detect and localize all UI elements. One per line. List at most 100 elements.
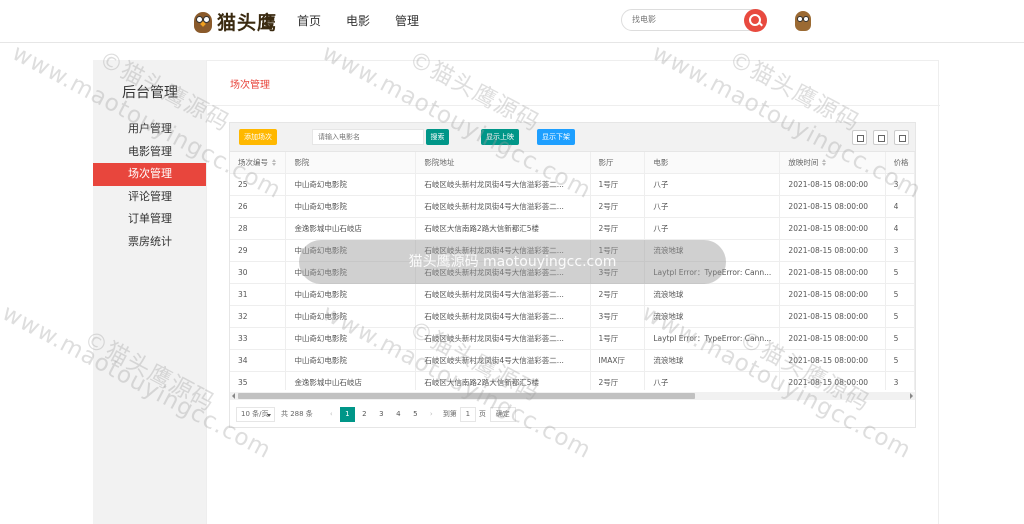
table-cell: IMAX厅 bbox=[590, 349, 646, 372]
table-cell: 流浪地球 bbox=[644, 283, 781, 306]
movie-search-input[interactable] bbox=[632, 15, 742, 24]
table-row[interactable]: 31 中山奇幻电影院 石岐区岐头新村龙凤街4号大信溢彩荟二... 2号厅 流浪地球 202… bbox=[230, 283, 915, 306]
table-cell: 2号厅 bbox=[590, 371, 646, 390]
table-cell: 5 bbox=[885, 327, 915, 350]
col-header-id[interactable]: 场次编号 bbox=[230, 152, 287, 174]
sidebar-item-sessions[interactable]: 场次管理 bbox=[93, 163, 206, 186]
table-cell: 29 bbox=[230, 239, 287, 262]
nav-admin[interactable]: 管理 bbox=[395, 12, 419, 29]
table-cell: 35 bbox=[230, 371, 287, 390]
sidebar-item-box-office[interactable]: 票房统计 bbox=[93, 231, 206, 254]
sidebar-item-users[interactable]: 用户管理 bbox=[93, 118, 206, 141]
table-cell: 中山奇幻电影院 bbox=[285, 173, 417, 196]
table-cell: 八子 bbox=[644, 173, 781, 196]
table-cell: 石岐区岐头新村龙凤街4号大信溢彩荟二... bbox=[415, 261, 591, 284]
site-logo[interactable]: 猫头鹰 bbox=[193, 8, 277, 34]
table-cell: 2号厅 bbox=[590, 217, 646, 240]
table-cell: 4 bbox=[885, 217, 915, 240]
table-row[interactable]: 25 中山奇幻电影院 石岐区岐头新村龙凤街4号大信溢彩荟二... 1号厅 八子 2021-… bbox=[230, 173, 915, 196]
page-5[interactable]: 5 bbox=[408, 407, 423, 422]
table-cell: 32 bbox=[230, 305, 287, 328]
movie-name-input[interactable] bbox=[312, 129, 424, 145]
horizontal-scrollbar[interactable] bbox=[230, 392, 915, 400]
table-header-row: 场次编号 影院 影院地址 影厅 电影 放映时间 价格 bbox=[230, 152, 915, 174]
page-4[interactable]: 4 bbox=[391, 407, 406, 422]
page-3[interactable]: 3 bbox=[374, 407, 389, 422]
sidebar-menu: 用户管理 电影管理 场次管理 评论管理 订单管理 票房统计 bbox=[93, 118, 206, 253]
sort-icon[interactable] bbox=[822, 159, 827, 167]
search-icon[interactable] bbox=[744, 9, 767, 32]
col-header-address: 影院地址 bbox=[415, 152, 591, 174]
table-cell: 3 bbox=[885, 371, 915, 390]
table-row[interactable]: 30 中山奇幻电影院 石岐区岐头新村龙凤街4号大信溢彩荟二... 3号厅 Laytpl … bbox=[230, 261, 915, 284]
goto-label: 到第 bbox=[442, 410, 457, 418]
export-icon[interactable] bbox=[873, 130, 888, 145]
sidebar-item-orders[interactable]: 订单管理 bbox=[93, 208, 206, 231]
sidebar-item-movies[interactable]: 电影管理 bbox=[93, 141, 206, 164]
prev-page-icon[interactable]: ‹ bbox=[325, 407, 338, 422]
columns-filter-icon[interactable] bbox=[852, 130, 867, 145]
table-cell: 2021-08-15 08:00:00 bbox=[779, 173, 886, 196]
show-off-screen-button[interactable]: 显示下架 bbox=[537, 129, 575, 145]
table-cell: 3 bbox=[885, 173, 915, 196]
page-size-select[interactable]: 10 条/页 bbox=[236, 406, 275, 422]
table-cell: 中山奇幻电影院 bbox=[285, 283, 417, 306]
show-on-screen-button[interactable]: 显示上映 bbox=[481, 129, 519, 145]
next-page-icon[interactable]: › bbox=[425, 407, 438, 422]
page-unit-label: 页 bbox=[478, 410, 486, 418]
col-header-price: 价格 bbox=[885, 152, 915, 174]
table-cell: 5 bbox=[885, 283, 915, 306]
table-cell: 3号厅 bbox=[590, 261, 646, 284]
page-1[interactable]: 1 bbox=[339, 406, 355, 422]
nav-home[interactable]: 首页 bbox=[297, 12, 321, 29]
table-cell: 5 bbox=[885, 349, 915, 372]
col-header-cinema: 影院 bbox=[285, 152, 417, 174]
table-cell: 石岐区岐头新村龙凤街4号大信溢彩荟二... bbox=[415, 195, 591, 218]
table-cell: 中山奇幻电影院 bbox=[285, 195, 417, 218]
scroll-right-icon[interactable] bbox=[910, 393, 913, 399]
top-navbar: 猫头鹰 首页 电影 管理 bbox=[0, 0, 1024, 43]
table-row[interactable]: 26 中山奇幻电影院 石岐区岐头新村龙凤街4号大信溢彩荟二... 2号厅 八子 2021-… bbox=[230, 195, 915, 218]
table-row[interactable]: 29 中山奇幻电影院 石岐区岐头新村龙凤街4号大信溢彩荟二... 1号厅 流浪地球 202… bbox=[230, 239, 915, 262]
goto-confirm-button[interactable]: 确定 bbox=[489, 406, 516, 422]
session-table-card: 添加场次 搜索 显示上映 显示下架 场次编号 影院 影院地址 影厅 电影 放映时… bbox=[229, 122, 916, 428]
add-session-button[interactable]: 添加场次 bbox=[239, 129, 277, 145]
table-cell: 2021-08-15 08:00:00 bbox=[779, 239, 886, 262]
table-cell: 石岐区岐头新村龙凤街4号大信溢彩荟二... bbox=[415, 305, 591, 328]
table-cell: 2021-08-15 08:00:00 bbox=[779, 261, 886, 284]
table-row[interactable]: 33 中山奇幻电影院 石岐区岐头新村龙凤街4号大信溢彩荟二... 1号厅 Laytpl … bbox=[230, 327, 915, 350]
table-cell: 2021-08-15 08:00:00 bbox=[779, 217, 886, 240]
page-2[interactable]: 2 bbox=[357, 407, 372, 422]
print-icon[interactable] bbox=[894, 130, 909, 145]
goto-page-input[interactable]: 1 bbox=[459, 406, 476, 422]
col-header-showtime[interactable]: 放映时间 bbox=[779, 152, 886, 174]
table-cell: 金逸影城中山石岐店 bbox=[285, 371, 417, 390]
table-cell: 石岐区岐头新村龙凤街4号大信溢彩荟二... bbox=[415, 349, 591, 372]
table-cell: 4 bbox=[885, 195, 915, 218]
avatar[interactable] bbox=[794, 8, 812, 32]
search-button[interactable]: 搜索 bbox=[426, 129, 449, 145]
table-cell: 28 bbox=[230, 217, 287, 240]
table-row[interactable]: 32 中山奇幻电影院 石岐区岐头新村龙凤街4号大信溢彩荟二... 3号厅 流浪地球 202… bbox=[230, 305, 915, 328]
table-row[interactable]: 34 中山奇幻电影院 石岐区岐头新村龙凤街4号大信溢彩荟二... IMAX厅 流浪地球 2… bbox=[230, 349, 915, 372]
table-cell: 5 bbox=[885, 261, 915, 284]
table-cell: 八子 bbox=[644, 217, 781, 240]
sidebar: 后台管理 用户管理 电影管理 场次管理 评论管理 订单管理 票房统计 bbox=[93, 60, 206, 524]
owl-logo-icon bbox=[193, 9, 213, 33]
scrollbar-thumb[interactable] bbox=[238, 393, 695, 399]
table-cell: 25 bbox=[230, 173, 287, 196]
sidebar-item-comments[interactable]: 评论管理 bbox=[93, 186, 206, 209]
table-toolbar: 添加场次 搜索 显示上映 显示下架 bbox=[230, 123, 915, 152]
table-cell: Laytpl Error：TypeError: Cann... bbox=[644, 261, 781, 284]
table-cell: 5 bbox=[885, 305, 915, 328]
sort-icon[interactable] bbox=[272, 159, 276, 167]
page-title: 场次管理 bbox=[230, 80, 270, 91]
pagination: 10 条/页 共 288 条 ‹ 1 2 3 4 5 › 到第 1 页 确定 bbox=[236, 406, 516, 422]
table-row[interactable]: 28 金逸影城中山石岐店 石岐区大信南路2路大信新都汇5楼 2号厅 八子 2021-08-… bbox=[230, 217, 915, 240]
table-cell: Laytpl Error：TypeError: Cann... bbox=[644, 327, 781, 350]
table-row[interactable]: 35 金逸影城中山石岐店 石岐区大信南路2路大信新都汇5楼 2号厅 八子 2021-08-… bbox=[230, 371, 915, 390]
table-cell: 26 bbox=[230, 195, 287, 218]
scroll-left-icon[interactable] bbox=[232, 393, 235, 399]
nav-movies[interactable]: 电影 bbox=[346, 12, 370, 29]
table-cell: 2021-08-15 08:00:00 bbox=[779, 349, 886, 372]
